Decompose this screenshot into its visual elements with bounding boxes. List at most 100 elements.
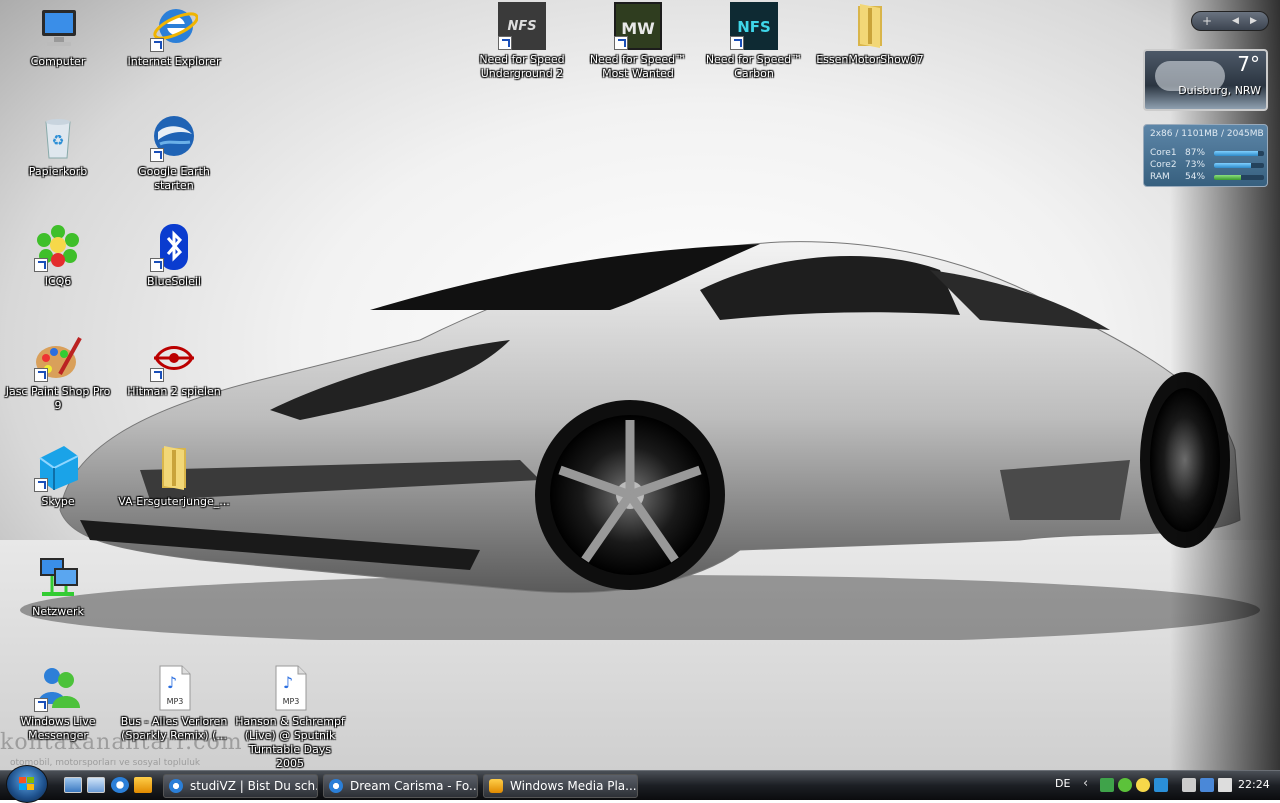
meter-bar-fill — [1214, 175, 1241, 180]
shortcut-arrow-icon — [34, 698, 48, 712]
desktop-icon-mp3-hanson[interactable]: ♪ MP3 Hanson & Schrempf (Live) @ Sputnik … — [234, 664, 346, 770]
bluetooth-tray-icon[interactable] — [1154, 778, 1168, 792]
meter-bar-fill — [1214, 163, 1251, 168]
taskbar-item-dream-carisma[interactable]: Dream Carisma - Fo... — [323, 774, 478, 798]
desktop-icon-google-earth[interactable]: Google Earth starten — [118, 114, 230, 193]
sidebar-add-gadget-button[interactable]: + — [1202, 14, 1212, 28]
language-indicator[interactable]: DE — [1055, 777, 1070, 790]
weather-gadget[interactable]: 7° Duisburg, NRW — [1143, 49, 1268, 111]
shortcut-arrow-icon — [498, 36, 512, 50]
svg-text:MP3: MP3 — [283, 697, 300, 706]
media-player-quicklaunch-icon[interactable] — [134, 777, 152, 793]
desktop-icon-nfs-underground-2[interactable]: NFS Need for Speed Underground 2 — [466, 2, 578, 81]
shortcut-arrow-icon — [34, 478, 48, 492]
watermark-subtext: otomobil, motorsporları ve sosyal toplul… — [10, 758, 201, 768]
internet-explorer-quicklaunch-icon[interactable] — [111, 777, 129, 793]
skype-icon — [34, 444, 82, 492]
mp3-file-icon: ♪ MP3 — [266, 664, 314, 712]
sidebar-controls: + ◀ ▶ — [1191, 11, 1269, 31]
svg-text:♻: ♻ — [52, 133, 65, 149]
taskbar: studiVZ | Bist Du sch... Dream Carisma -… — [0, 765, 1280, 803]
nfs-underground-2-icon: NFS — [498, 2, 546, 50]
bluetooth-icon — [150, 224, 198, 272]
meter-row-core2: Core2 73% — [1150, 160, 1265, 171]
nfs-carbon-icon: NFS — [730, 2, 778, 50]
internet-explorer-icon — [150, 4, 199, 52]
messenger-buddies-icon — [34, 664, 82, 712]
media-player-icon — [489, 779, 503, 793]
volume-tray-icon[interactable] — [1218, 778, 1232, 792]
shortcut-arrow-icon — [150, 258, 164, 272]
meter-row-percent: 73% — [1185, 160, 1206, 170]
shortcut-arrow-icon — [34, 368, 48, 382]
ie-icon — [169, 779, 183, 793]
meter-bar — [1214, 163, 1264, 168]
start-button[interactable] — [6, 765, 48, 803]
svg-text:NFS: NFS — [737, 18, 771, 36]
desktop-icon-icq[interactable]: ICQ6 — [2, 224, 114, 289]
desktop-icon-nfs-most-wanted[interactable]: MW Need for Speed™ Most Wanted — [582, 2, 694, 81]
taskbar-item-label: Windows Media Pla... — [510, 779, 637, 793]
recycle-bin-icon: ♻ — [34, 114, 82, 162]
weather-city: Duisburg, NRW — [1178, 84, 1261, 97]
meter-row-name: RAM — [1150, 172, 1170, 182]
messenger-tray-icon[interactable] — [1118, 778, 1132, 792]
desktop-icon-va-folder[interactable]: VA-Ersguterjunge_... — [118, 444, 230, 509]
desktop-icon-recycle-bin[interactable]: ♻ Papierkorb — [2, 114, 114, 179]
windows-flag-icon — [19, 777, 35, 791]
network-status-tray-icon[interactable] — [1200, 778, 1214, 792]
shortcut-arrow-icon — [614, 36, 628, 50]
meter-row-name: Core2 — [1150, 160, 1177, 170]
meter-row-percent: 54% — [1185, 172, 1206, 182]
show-desktop-icon[interactable] — [64, 777, 82, 793]
desktop-background: Computer Internet Explorer NFS Need for … — [0, 0, 1280, 770]
meter-row-name: Core1 — [1150, 148, 1177, 158]
ie-icon — [329, 779, 343, 793]
desktop-icon-bluesoleil[interactable]: BlueSoleil — [118, 224, 230, 289]
desktop-icon-skype[interactable]: Skype — [2, 444, 114, 509]
folder-icon — [150, 444, 198, 492]
taskbar-clock[interactable]: 22:24 — [1238, 778, 1270, 791]
folder-icon — [846, 2, 894, 50]
meter-bar-fill — [1214, 151, 1258, 156]
desktop-icon-nfs-carbon[interactable]: NFS Need for Speed™ Carbon — [698, 2, 810, 81]
svg-text:♪: ♪ — [167, 673, 177, 692]
show-hidden-icons-chevron[interactable]: ‹ — [1083, 776, 1088, 791]
sidebar-prev-button[interactable]: ◀ — [1232, 16, 1239, 26]
wallpaper-right-shade — [1170, 0, 1280, 770]
nfs-most-wanted-icon: MW — [614, 2, 662, 50]
network-tray-icon[interactable] — [1100, 778, 1114, 792]
taskbar-item-windows-media-player[interactable]: Windows Media Pla... — [483, 774, 638, 798]
paint-palette-icon — [34, 334, 82, 382]
shortcut-arrow-icon — [34, 258, 48, 272]
svg-text:NFS: NFS — [507, 19, 536, 34]
meter-bar — [1214, 175, 1264, 180]
desktop-icon-internet-explorer[interactable]: Internet Explorer — [118, 4, 230, 69]
computer-icon — [34, 4, 82, 52]
hitman-logo-icon — [150, 334, 198, 382]
meter-bar — [1214, 151, 1264, 156]
sidebar-next-button[interactable]: ▶ — [1250, 16, 1257, 26]
taskbar-item-studivz[interactable]: studiVZ | Bist Du sch... — [163, 774, 318, 798]
mp3-file-icon: ♪ MP3 — [150, 664, 198, 712]
desktop-icon-hitman-2[interactable]: Hitman 2 spielen — [118, 334, 230, 399]
desktop-icon-essen-motor-show[interactable]: EssenMotorShow07 — [814, 2, 926, 67]
shortcut-arrow-icon — [730, 36, 744, 50]
svg-text:MP3: MP3 — [167, 697, 184, 706]
network-icon — [34, 554, 82, 602]
cpu-meter-gadget[interactable]: 2x86 / 1101MB / 2045MB Core1 87% Core2 7… — [1143, 124, 1268, 187]
google-earth-icon — [150, 114, 198, 162]
desktop-icon-computer[interactable]: Computer — [2, 4, 114, 69]
meter-row-core1: Core1 87% — [1150, 148, 1265, 159]
weather-temperature: 7° — [1237, 52, 1260, 76]
desktop-icon-network[interactable]: Netzwerk — [2, 554, 114, 619]
shortcut-arrow-icon — [150, 148, 164, 162]
safely-remove-tray-icon[interactable] — [1182, 778, 1196, 792]
watermark-text: kontakanantarr.com — [0, 730, 243, 755]
icq-flower-icon — [34, 224, 82, 272]
taskbar-item-label: Dream Carisma - Fo... — [350, 779, 478, 793]
shortcut-arrow-icon — [150, 38, 164, 52]
icq-tray-icon[interactable] — [1136, 778, 1150, 792]
switch-windows-icon[interactable] — [87, 777, 105, 793]
desktop-icon-paint-shop-pro[interactable]: Jasc Paint Shop Pro 9 — [2, 334, 114, 413]
